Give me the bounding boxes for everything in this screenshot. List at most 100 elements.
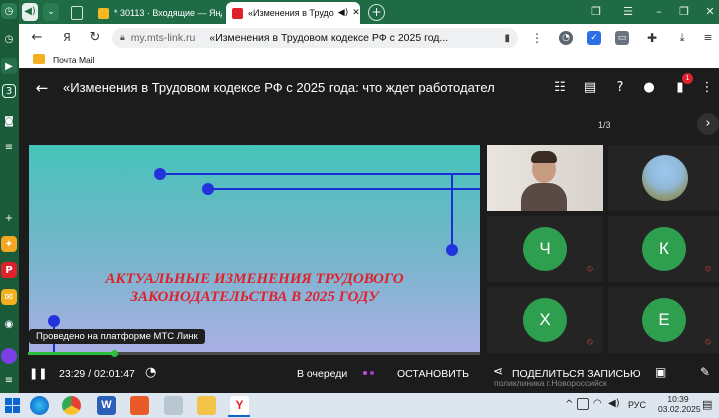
mic-off-icon: ⦸ <box>587 264 593 274</box>
taskbar-time: 10:39 <box>667 394 689 404</box>
calendar-icon[interactable]: 3 <box>2 84 16 98</box>
close-window-icon[interactable]: ✕ <box>702 4 718 20</box>
menu-icon[interactable]: ≡ <box>1 372 17 388</box>
language-indicator[interactable]: РУС <box>628 400 646 410</box>
history-icon[interactable]: ◷ <box>1 31 17 47</box>
participant-avatar: Е <box>642 298 686 342</box>
progress-track[interactable] <box>28 350 480 357</box>
extension-icon[interactable]: ◔ <box>559 31 573 45</box>
downloads-icon[interactable]: ⤓ <box>675 31 689 45</box>
more-vertical-icon[interactable]: ⋮ <box>699 80 715 96</box>
chevron-down-icon[interactable]: ⌄ <box>43 3 59 21</box>
bookmarks-manager-icon[interactable]: ❐ <box>588 4 604 20</box>
start-tile <box>13 406 20 413</box>
participant-tile[interactable]: К ⦸ <box>608 216 719 282</box>
paint-icon[interactable] <box>164 396 183 415</box>
notification-badge: 1 <box>682 73 693 84</box>
participant-avatar: Ч <box>523 227 567 271</box>
help-icon[interactable]: ? <box>612 80 628 96</box>
participant-tile[interactable]: Х ⦸ <box>487 287 603 353</box>
downloads-icon[interactable]: ☰ <box>620 4 636 20</box>
progress-handle[interactable] <box>110 350 118 357</box>
sound-icon[interactable]: ◀) <box>22 3 38 21</box>
screenshot-icon[interactable]: ▭ <box>615 31 629 45</box>
participant-avatar: Х <box>523 298 567 342</box>
mail-app-icon[interactable]: ✉ <box>1 289 17 305</box>
yandex-browser-icon[interactable]: Y <box>230 396 249 415</box>
presentation-slide: АКТУАЛЬНЫЕ ИЗМЕНЕНИЯ ТРУДОВОГО ЗАКОНОДАТ… <box>29 145 480 352</box>
word-icon[interactable]: W <box>97 396 116 415</box>
play-icon[interactable]: ▶ <box>1 58 17 74</box>
share-icon[interactable]: ⋖ <box>493 364 507 378</box>
back-arrow-icon[interactable]: ← <box>29 30 45 46</box>
alice-icon[interactable] <box>1 348 17 364</box>
close-tab-icon[interactable]: ✕ <box>352 8 360 18</box>
app-icon-orange[interactable]: ✦ <box>1 236 17 252</box>
url-domain: my.mts-link.ru <box>130 32 196 44</box>
participant-tile[interactable]: Е ⦸ <box>608 287 719 353</box>
file-explorer-icon[interactable] <box>197 396 216 415</box>
clock-icon[interactable]: ◷ <box>1 3 17 19</box>
webinar-title: «Изменения в Трудовом кодексе РФ с 2025 … <box>63 80 495 95</box>
tab-label: * 30113 · Входящие — Янд <box>114 8 222 18</box>
yandex-icon[interactable]: Я <box>59 30 75 46</box>
app-icon-red[interactable]: P <box>1 262 17 278</box>
tab-webinar[interactable]: «Изменения в Трудо ◀) ✕ <box>226 2 360 24</box>
slide-decor <box>48 168 480 352</box>
notes-icon[interactable]: ≡ <box>1 139 17 155</box>
mail-icon <box>33 54 45 64</box>
maximize-icon[interactable]: ❐ <box>676 4 692 20</box>
bookmarks-bar: Почта Mail <box>19 52 719 68</box>
next-page-icon[interactable]: › <box>697 113 719 135</box>
chat-icon[interactable]: ▤ <box>582 80 598 96</box>
profile-menu-icon[interactable]: ≡ <box>701 31 715 45</box>
bookmark-icon[interactable]: ▮ <box>504 33 510 44</box>
taskbar-clock[interactable]: 10:39 03.02.2025 <box>658 394 701 414</box>
participant-video[interactable] <box>487 145 603 211</box>
reload-icon[interactable]: ↻ <box>87 30 103 46</box>
translate-icon[interactable]: ✓ <box>587 31 601 45</box>
pause-icon[interactable]: ❚❚ <box>29 367 47 380</box>
settings-app-icon[interactable] <box>130 396 149 415</box>
tray-chevron-icon[interactable]: ^ <box>565 399 573 410</box>
tab-inbox[interactable]: * 30113 · Входящие — Янд <box>92 2 222 24</box>
pip-icon[interactable]: ▣ <box>655 365 669 379</box>
url-field[interactable]: 🔒︎ my.mts-link.ru «Изменения в Трудовом … <box>112 28 518 48</box>
address-bar: ← Я ↻ 🔒︎ my.mts-link.ru «Изменения в Тру… <box>19 24 719 52</box>
participant-tile[interactable] <box>608 145 719 211</box>
edge-icon[interactable] <box>30 396 49 415</box>
extensions-puzzle-icon[interactable]: ✚ <box>645 31 659 45</box>
loading-dot <box>363 371 367 375</box>
loading-dot <box>370 371 374 375</box>
add-panel-icon[interactable]: + <box>1 210 17 226</box>
more-icon[interactable]: ⋮ <box>529 30 545 46</box>
new-tab-icon[interactable]: + <box>368 4 385 21</box>
webinar-header: ← «Изменения в Трудовом кодексе РФ с 202… <box>19 68 719 108</box>
page-icon[interactable] <box>71 6 83 20</box>
slide-title: АКТУАЛЬНЫЕ ИЗМЕНЕНИЯ ТРУДОВОГО ЗАКОНОДАТ… <box>29 270 480 306</box>
wifi-icon[interactable]: ◠ <box>593 398 602 409</box>
speaker-icon: ◀) <box>337 8 349 18</box>
minimize-icon[interactable]: – <box>651 4 667 20</box>
speed-icon[interactable]: ◔ <box>145 365 159 380</box>
bookmark-mail[interactable]: Почта Mail <box>53 55 95 65</box>
user-icon[interactable]: ● <box>641 80 657 96</box>
mic-off-icon: ⦸ <box>705 264 711 274</box>
tray-app-icon[interactable] <box>577 398 589 410</box>
mts-link-icon <box>232 7 243 19</box>
volume-icon[interactable]: ◀) <box>608 398 620 409</box>
stop-button[interactable]: ОСТАНОВИТЬ <box>397 368 469 380</box>
platform-label: Проведено на платформе МТС Линк <box>29 329 205 344</box>
circle-app-icon[interactable]: ◉ <box>1 316 17 332</box>
windows-start-icon[interactable] <box>5 398 21 414</box>
agenda-icon[interactable]: ☷ <box>552 80 568 96</box>
start-tile <box>5 398 12 405</box>
player-controls: ❚❚ 23:29 / 02:01:47 ◔ В очереди ОСТАНОВИ… <box>19 361 719 388</box>
chrome-icon[interactable] <box>62 396 81 415</box>
participant-tile[interactable]: Ч ⦸ <box>487 216 603 282</box>
edit-icon[interactable]: ✎ <box>700 365 714 379</box>
camera-icon[interactable]: ◙ <box>1 113 17 129</box>
back-arrow-icon[interactable]: ← <box>34 80 50 96</box>
participant-avatar: К <box>642 227 686 271</box>
notifications-icon[interactable]: ▤ <box>702 398 714 411</box>
